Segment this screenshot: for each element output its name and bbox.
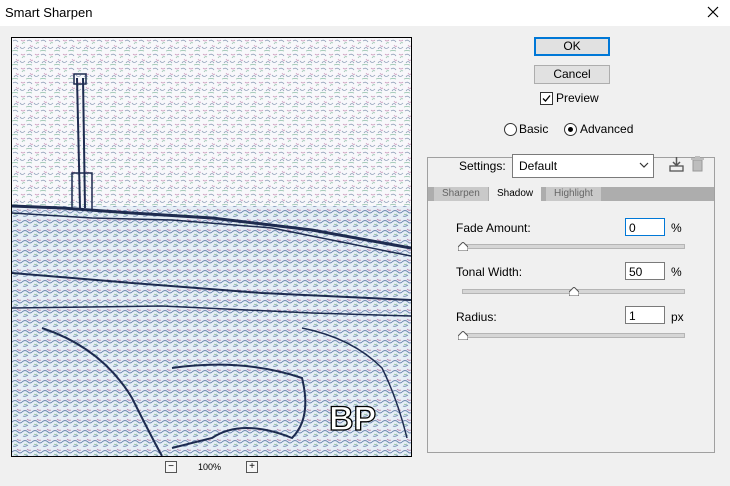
preview-watermark: BP [329, 400, 376, 438]
title-bar: Smart Sharpen [0, 0, 730, 26]
tonal-width-label: Tonal Width: [456, 265, 523, 279]
fade-amount-input[interactable]: 0 [625, 218, 665, 236]
settings-panel [427, 157, 715, 453]
radio-selected-dot [568, 127, 573, 132]
tonal-width-slider-thumb[interactable] [568, 287, 579, 296]
tab-sharpen[interactable]: Sharpen [434, 187, 488, 201]
tonal-width-input[interactable]: 50 [625, 262, 665, 280]
radius-label: Radius: [456, 310, 497, 324]
settings-dropdown[interactable]: Default [512, 154, 654, 178]
radius-input[interactable]: 1 [625, 306, 665, 324]
radius-slider[interactable] [462, 333, 685, 338]
fade-amount-label: Fade Amount: [456, 221, 531, 235]
fade-amount-slider[interactable] [462, 244, 685, 249]
close-icon[interactable] [704, 3, 722, 21]
fade-amount-slider-thumb[interactable] [458, 242, 468, 251]
preview-image[interactable]: BP [11, 37, 412, 457]
ok-button[interactable]: OK [534, 37, 610, 56]
preview-label[interactable]: Preview [556, 91, 599, 105]
tab-shadow[interactable]: Shadow [489, 187, 542, 201]
preview-checkbox[interactable] [540, 92, 553, 105]
advanced-radio[interactable] [564, 123, 577, 136]
zoom-level: 100% [198, 462, 222, 472]
cancel-button[interactable]: Cancel [534, 65, 610, 84]
zoom-in-button[interactable]: + [246, 461, 258, 473]
radius-unit: px [671, 310, 684, 324]
save-preset-icon[interactable] [668, 156, 685, 173]
checkmark-icon [542, 95, 551, 102]
zoom-out-button[interactable]: − [165, 461, 177, 473]
tab-highlight[interactable]: Highlight [546, 187, 601, 201]
fade-amount-unit: % [671, 221, 682, 235]
preview-image-content: BP [12, 38, 411, 456]
settings-label: Settings: [459, 159, 506, 173]
chevron-down-icon [639, 162, 649, 168]
settings-dropdown-value: Default [519, 159, 558, 173]
window-title: Smart Sharpen [5, 5, 93, 20]
radius-slider-thumb[interactable] [458, 331, 468, 340]
basic-label[interactable]: Basic [519, 122, 548, 136]
advanced-label[interactable]: Advanced [580, 122, 633, 136]
tonal-width-unit: % [671, 265, 682, 279]
basic-radio[interactable] [504, 123, 517, 136]
delete-preset-icon[interactable] [690, 156, 705, 173]
